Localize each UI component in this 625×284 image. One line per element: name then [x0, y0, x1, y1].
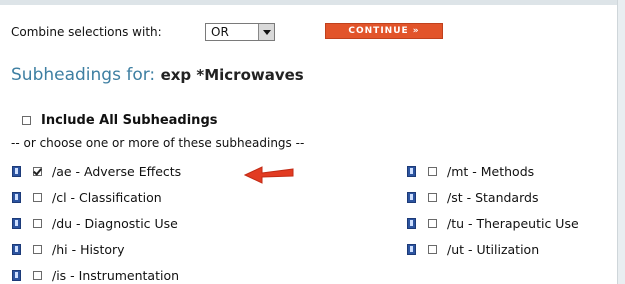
subheading-label: /du - Diagnostic Use: [52, 215, 178, 231]
include-all-row: Include All Subheadings: [22, 113, 217, 128]
subheading-label: /mt - Methods: [447, 163, 535, 179]
subheading-checkbox-ae[interactable]: [33, 166, 42, 176]
subheading-checkbox-mt[interactable]: [428, 166, 437, 176]
subheading-row-mt: /mt - Methods: [407, 163, 535, 179]
info-icon[interactable]: [12, 217, 21, 229]
red-arrow-icon: [244, 166, 294, 184]
combine-select-value: OR: [211, 25, 229, 39]
info-icon[interactable]: [12, 191, 21, 203]
subheading-checkbox-cl[interactable]: [33, 192, 42, 202]
subheading-label: /tu - Therapeutic Use: [447, 215, 579, 231]
subheading-checkbox-is[interactable]: [33, 270, 42, 280]
subheading-row-is: /is - Instrumentation: [12, 267, 180, 283]
subheading-label: /ut - Utilization: [447, 241, 540, 257]
subheading-label: /hi - History: [52, 241, 125, 257]
subheading-checkbox-ut[interactable]: [428, 244, 437, 254]
subheading-label: /st - Standards: [447, 189, 539, 205]
include-all-checkbox[interactable]: [22, 116, 31, 125]
subheading-checkbox-tu[interactable]: [428, 218, 437, 228]
subheading-row-ut: /ut - Utilization: [407, 241, 540, 257]
subheadings-title: Subheadings for: exp *Microwaves: [11, 65, 304, 85]
subheading-checkbox-hi[interactable]: [33, 244, 42, 254]
subheading-row-tu: /tu - Therapeutic Use: [407, 215, 579, 231]
subheading-label: /is - Instrumentation: [52, 267, 180, 283]
subheading-row-cl: /cl - Classification: [12, 189, 162, 205]
info-icon[interactable]: [12, 269, 21, 281]
subheading-label: /ae - Adverse Effects: [52, 163, 182, 179]
subheading-row-du: /du - Diagnostic Use: [12, 215, 178, 231]
continue-button[interactable]: CONTINUE »: [325, 23, 443, 39]
subheading-checkbox-du[interactable]: [33, 218, 42, 228]
info-icon[interactable]: [407, 191, 416, 203]
subheading-checkbox-st[interactable]: [428, 192, 437, 202]
info-icon[interactable]: [407, 165, 416, 177]
info-icon[interactable]: [407, 217, 416, 229]
search-panel: Combine selections with: OR CONTINUE » S…: [0, 0, 618, 284]
combine-label: Combine selections with:: [11, 25, 162, 39]
subheading-label: /cl - Classification: [52, 189, 162, 205]
combine-select[interactable]: OR: [205, 23, 275, 41]
subheading-row-st: /st - Standards: [407, 189, 539, 205]
info-icon[interactable]: [407, 243, 416, 255]
subheadings-prefix: Subheadings for:: [11, 65, 156, 85]
subheading-row-ae: /ae - Adverse Effects: [12, 163, 182, 179]
info-icon[interactable]: [12, 165, 21, 177]
choose-instruction: -- or choose one or more of these subhea…: [11, 136, 305, 150]
subheading-row-hi: /hi - History: [12, 241, 125, 257]
include-all-label: Include All Subheadings: [41, 113, 218, 128]
dropdown-arrow-icon[interactable]: [258, 24, 274, 40]
subheadings-term: exp *Microwaves: [160, 66, 304, 84]
info-icon[interactable]: [12, 243, 21, 255]
